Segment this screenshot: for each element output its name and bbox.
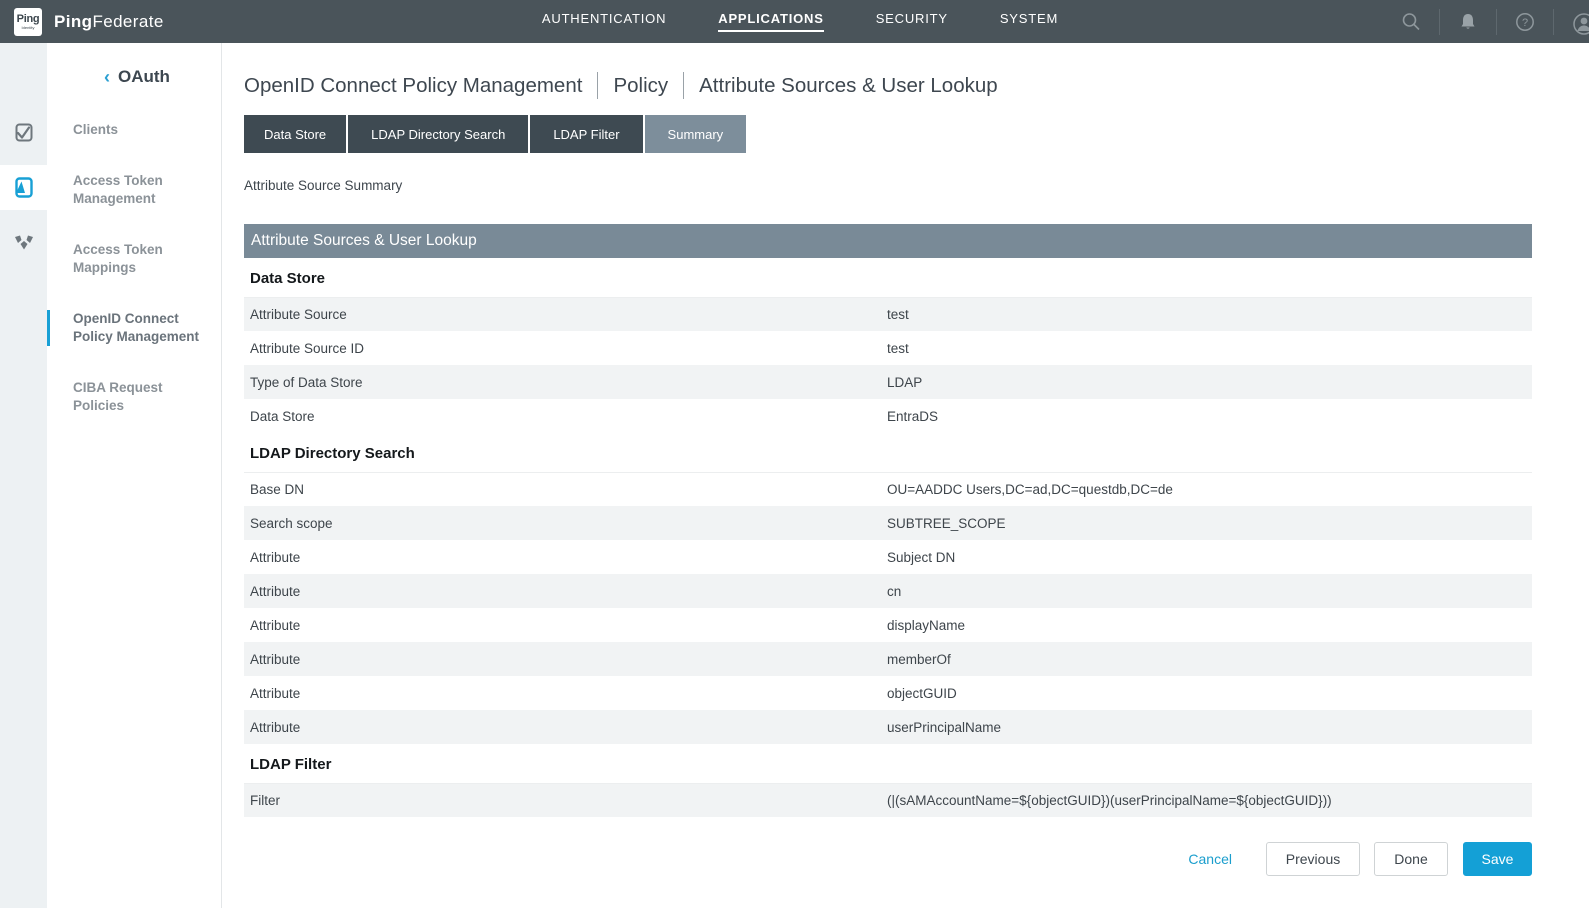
sidebar-item-access-token-mappings[interactable]: Access Token Mappings xyxy=(47,241,221,277)
breadcrumb-divider xyxy=(683,72,684,99)
breadcrumb-segment: Attribute Sources & User Lookup xyxy=(699,74,998,98)
row-value: userPrincipalName xyxy=(887,720,1532,735)
rail-token-icon[interactable] xyxy=(0,165,47,210)
row-value: LDAP xyxy=(887,375,1532,390)
sidebar-item-openid-connect-policy-management[interactable]: OpenID Connect Policy Management xyxy=(47,310,221,346)
app-title: PingFederate xyxy=(54,12,164,32)
row-value: (|(sAMAccountName=${objectGUID})(userPri… xyxy=(887,793,1532,808)
table-row: Attribute userPrincipalName xyxy=(244,710,1532,744)
row-value: SUBTREE_SCOPE xyxy=(887,516,1532,531)
bell-icon[interactable] xyxy=(1457,11,1479,33)
table-row: Type of Data Store LDAP xyxy=(244,365,1532,399)
summary-table: Attribute Sources & User Lookup Data Sto… xyxy=(244,224,1532,817)
done-button[interactable]: Done xyxy=(1374,842,1448,876)
row-value: displayName xyxy=(887,618,1532,633)
table-row: Attribute displayName xyxy=(244,608,1532,642)
row-value: memberOf xyxy=(887,652,1532,667)
table-row: Attribute Source ID test xyxy=(244,331,1532,365)
tab-data-store[interactable]: Data Store xyxy=(244,115,346,153)
breadcrumb: OpenID Connect Policy Management Policy … xyxy=(244,72,1532,99)
footer-actions: Cancel Previous Done Save xyxy=(244,842,1532,876)
icon-divider xyxy=(1439,9,1440,35)
main-content: OpenID Connect Policy Management Policy … xyxy=(222,43,1589,908)
row-label: Attribute xyxy=(244,550,887,565)
row-value: cn xyxy=(887,584,1532,599)
table-row: Attribute Subject DN xyxy=(244,540,1532,574)
breadcrumb-segment: Policy xyxy=(613,74,668,98)
table-row: Attribute objectGUID xyxy=(244,676,1532,710)
attribute-source-summary-label: Attribute Source Summary xyxy=(244,178,1532,193)
help-icon[interactable]: ? xyxy=(1514,11,1536,33)
section-heading-data-store: Data Store xyxy=(244,258,1532,297)
sidebar-items: Clients Access Token Management Access T… xyxy=(47,121,221,415)
table-row: Base DN OU=AADDC Users,DC=ad,DC=questdb,… xyxy=(244,472,1532,506)
logo-subtext: Identity xyxy=(22,26,35,30)
row-value: OU=AADDC Users,DC=ad,DC=questdb,DC=de xyxy=(887,482,1532,497)
table-row: Attribute cn xyxy=(244,574,1532,608)
summary-table-body: Data Store Attribute Source test Attribu… xyxy=(244,258,1532,817)
row-label: Attribute xyxy=(244,652,887,667)
row-label: Attribute xyxy=(244,584,887,599)
nav-system[interactable]: SYSTEM xyxy=(1000,11,1058,32)
nav-security[interactable]: SECURITY xyxy=(876,11,948,32)
table-row: Search scope SUBTREE_SCOPE xyxy=(244,506,1532,540)
table-row: Data Store EntraDS xyxy=(244,399,1532,433)
section-heading-ldap-directory-search: LDAP Directory Search xyxy=(244,433,1532,472)
wizard-tabs: Data Store LDAP Directory Search LDAP Fi… xyxy=(244,115,1532,153)
section-heading-ldap-filter: LDAP Filter xyxy=(244,744,1532,783)
table-row: Filter (|(sAMAccountName=${objectGUID})(… xyxy=(244,783,1532,817)
previous-button[interactable]: Previous xyxy=(1266,842,1360,876)
row-value: objectGUID xyxy=(887,686,1532,701)
row-label: Attribute xyxy=(244,720,887,735)
icon-divider xyxy=(1496,9,1497,35)
row-value: EntraDS xyxy=(887,409,1532,424)
breadcrumb-segment: OpenID Connect Policy Management xyxy=(244,74,582,98)
row-label: Attribute Source ID xyxy=(244,341,887,356)
logo-text: Ping xyxy=(17,14,40,25)
rail-clients-check-icon[interactable] xyxy=(0,110,47,155)
svg-text:?: ? xyxy=(1522,17,1528,29)
row-label: Type of Data Store xyxy=(244,375,887,390)
row-value: Subject DN xyxy=(887,550,1532,565)
chevron-left-icon: ‹ xyxy=(104,68,110,86)
nav-applications[interactable]: APPLICATIONS xyxy=(718,11,823,32)
row-label: Search scope xyxy=(244,516,887,531)
account-icon[interactable] xyxy=(1571,11,1589,33)
row-label: Attribute Source xyxy=(244,307,887,322)
nav-authentication[interactable]: AUTHENTICATION xyxy=(542,11,666,32)
breadcrumb-divider xyxy=(597,72,598,99)
search-icon[interactable] xyxy=(1400,11,1422,33)
tab-summary[interactable]: Summary xyxy=(645,115,747,153)
row-label: Attribute xyxy=(244,686,887,701)
topbar-icons: ? xyxy=(1383,0,1589,43)
table-row: Attribute memberOf xyxy=(244,642,1532,676)
row-label: Data Store xyxy=(244,409,887,424)
row-label: Attribute xyxy=(244,618,887,633)
sidebar-item-access-token-management[interactable]: Access Token Management xyxy=(47,172,221,208)
row-label: Base DN xyxy=(244,482,887,497)
sidebar: ‹ OAuth Clients Access Token Management … xyxy=(47,43,222,908)
sidebar-item-ciba-request-policies[interactable]: CIBA Request Policies xyxy=(47,379,221,415)
icon-divider xyxy=(1553,9,1554,35)
table-row: Attribute Source test xyxy=(244,297,1532,331)
cancel-button[interactable]: Cancel xyxy=(1188,851,1232,867)
tab-ldap-directory-search[interactable]: LDAP Directory Search xyxy=(348,115,528,153)
ping-logo[interactable]: Ping Identity xyxy=(14,8,42,36)
top-navigation: AUTHENTICATION APPLICATIONS SECURITY SYS… xyxy=(480,11,1120,32)
sidebar-back-oauth[interactable]: ‹ OAuth xyxy=(104,67,221,87)
row-label: Filter xyxy=(244,793,887,808)
topbar: Ping Identity PingFederate AUTHENTICATIO… xyxy=(0,0,1589,43)
icon-rail xyxy=(0,43,47,908)
sidebar-section-title: OAuth xyxy=(118,67,170,87)
rail-grants-icon[interactable] xyxy=(0,220,47,265)
sidebar-item-clients[interactable]: Clients xyxy=(47,121,221,139)
tab-ldap-filter[interactable]: LDAP Filter xyxy=(530,115,642,153)
row-value: test xyxy=(887,307,1532,322)
summary-table-header: Attribute Sources & User Lookup xyxy=(244,224,1532,258)
save-button[interactable]: Save xyxy=(1463,842,1532,876)
row-value: test xyxy=(887,341,1532,356)
